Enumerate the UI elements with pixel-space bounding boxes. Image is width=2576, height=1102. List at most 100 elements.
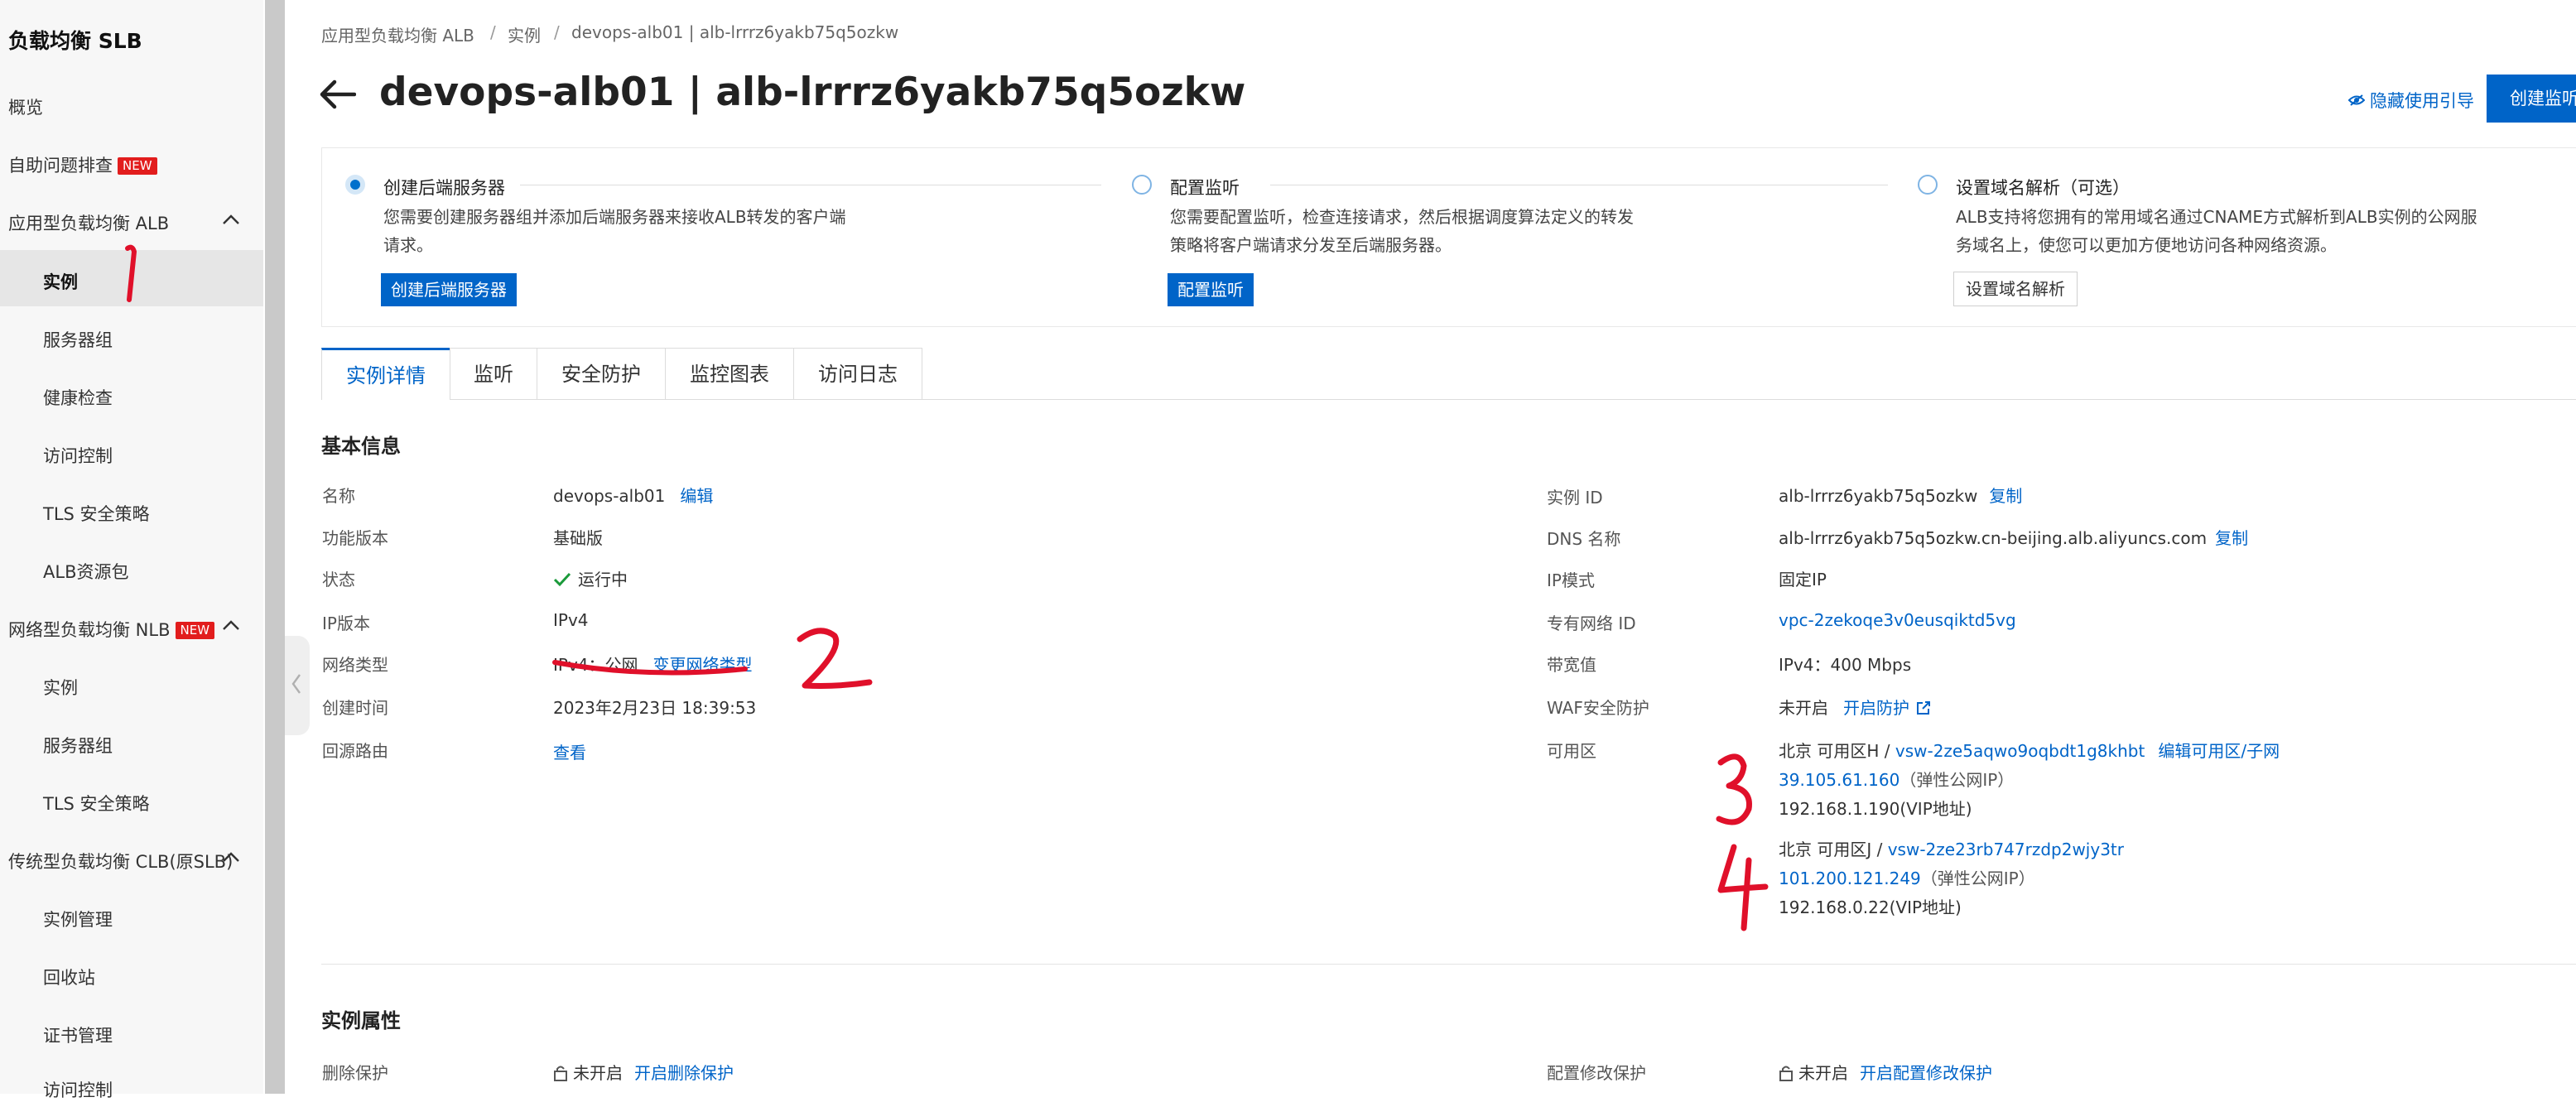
step-2-title: 配置监听 <box>1170 178 1240 198</box>
sidebar-item-alb-health-check[interactable]: 健康检查 <box>43 385 113 410</box>
sidebar-item-clb-access-control[interactable]: 访问控制 <box>43 1077 113 1102</box>
sidebar-item-alb-resource-pack[interactable]: ALB资源包 <box>43 559 128 584</box>
network-type-label: 网络类型 <box>322 655 388 675</box>
create-backend-server-button[interactable]: 创建后端服务器 <box>381 273 517 306</box>
dns-text: alb-lrrrz6yakb75q5ozkw.cn-beijing.alb.al… <box>1779 528 2208 548</box>
external-link-icon <box>1917 701 1930 715</box>
back-arrow-icon[interactable] <box>320 79 356 109</box>
create-listener-button[interactable]: 创建监听 <box>2487 75 2576 123</box>
zone-2-vswitch-link[interactable]: vsw-2ze23rb747rzdp2wjy3tr <box>1888 840 2124 859</box>
set-dns-resolution-button[interactable]: 设置域名解析 <box>1953 272 2078 306</box>
lock-icon <box>1779 1066 1793 1081</box>
configure-listener-button[interactable]: 配置监听 <box>1168 273 1254 306</box>
sidebar-item-alb-tls-policy[interactable]: TLS 安全策略 <box>43 501 150 526</box>
delete-protect-status: 未开启 <box>573 1063 623 1083</box>
eye-hidden-icon <box>2347 94 2366 106</box>
created-value: 2023年2月23日 18:39:53 <box>553 698 757 718</box>
tab-monitoring[interactable]: 监控图表 <box>665 348 794 399</box>
enable-waf-link[interactable]: 开启防护 <box>1843 698 1931 718</box>
tab-listeners[interactable]: 监听 <box>450 348 537 399</box>
edition-label: 功能版本 <box>322 528 388 548</box>
attributes-title: 实例属性 <box>321 1009 401 1032</box>
sidebar-item-nlb-tls-policy[interactable]: TLS 安全策略 <box>43 791 150 816</box>
breadcrumb-item-instances[interactable]: 实例 <box>508 22 541 46</box>
zone-2-name: 北京 可用区J / <box>1779 840 1883 859</box>
view-route-link[interactable]: 查看 <box>553 739 586 763</box>
step-1-desc: 您需要创建服务器组并添加后端服务器来接收ALB转发的客户端请求。 <box>383 207 846 255</box>
bandwidth-value: IPv4：400 Mbps <box>1779 655 1912 675</box>
sidebar-item-clb-certificates[interactable]: 证书管理 <box>43 1023 113 1047</box>
zone-2-vip: 192.168.0.22(VIP地址) <box>1779 897 1962 917</box>
zone-1-eip-link[interactable]: 39.105.61.160 <box>1779 770 1899 790</box>
edition-value: 基础版 <box>553 528 603 548</box>
config-protect-value: 未开启 开启配置修改保护 <box>1779 1060 1992 1084</box>
sidebar-collapse-handle[interactable] <box>285 636 310 735</box>
status-text: 运行中 <box>578 570 628 589</box>
basic-info-title: 基本信息 <box>321 435 401 458</box>
new-badge: NEW <box>175 622 215 639</box>
enable-delete-protect-link[interactable]: 开启删除保护 <box>634 1063 734 1083</box>
zone-2-line: 北京 可用区J / vsw-2ze23rb747rzdp2wjy3tr <box>1779 836 2124 860</box>
chevron-up-icon[interactable] <box>222 214 240 225</box>
zone-1-vip: 192.168.1.190(VIP地址) <box>1779 799 1972 819</box>
sidebar-item-nlb-instances[interactable]: 实例 <box>43 675 78 700</box>
copy-instance-id-link[interactable]: 复制 <box>1989 486 2022 506</box>
tab-instance-details[interactable]: 实例详情 <box>321 348 450 400</box>
sidebar-item-nlb-server-groups[interactable]: 服务器组 <box>43 733 113 758</box>
chevron-left-icon <box>291 674 301 694</box>
dns-value: alb-lrrrz6yakb75q5ozkw.cn-beijing.alb.al… <box>1779 525 2248 549</box>
sidebar-item-clb-recycle-bin[interactable]: 回收站 <box>43 965 95 989</box>
vpc-label: 专有网络 ID <box>1547 614 1636 633</box>
section-divider <box>321 964 2576 965</box>
sidebar-group-alb[interactable]: 应用型负载均衡 ALB <box>8 210 169 235</box>
hide-guide-link[interactable]: 隐藏使用引导 <box>2347 88 2474 113</box>
sidebar-item-label: 自助问题排查 <box>8 156 113 176</box>
enable-config-protect-link[interactable]: 开启配置修改保护 <box>1860 1063 1992 1083</box>
sidebar-item-label: 网络型负载均衡 NLB <box>8 620 171 640</box>
annotation-3: 3 <box>1716 753 1752 825</box>
zone-1-eip-line: 39.105.61.160（弹性公网IP） <box>1779 767 2014 791</box>
chevron-up-icon[interactable] <box>222 619 240 631</box>
waf-label: WAF安全防护 <box>1547 698 1649 718</box>
dns-label: DNS 名称 <box>1547 529 1621 549</box>
instance-id-label: 实例 ID <box>1547 488 1603 508</box>
copy-dns-link[interactable]: 复制 <box>2215 528 2248 548</box>
ip-version-label: IP版本 <box>322 614 370 633</box>
zone-2-eip-link[interactable]: 101.200.121.249 <box>1779 869 1921 888</box>
ip-mode-value: 固定IP <box>1779 570 1827 589</box>
annotation-1: 1 <box>125 244 137 302</box>
sidebar: 负载均衡 SLB 概览 自助问题排查 NEW 应用型负载均衡 ALB 实例 服务器… <box>0 0 263 1100</box>
breadcrumb-item-current: devops-alb01 | alb-lrrrz6yakb75q5ozkw <box>571 22 899 42</box>
sidebar-group-nlb[interactable]: 网络型负载均衡 NLB NEW <box>8 617 215 642</box>
zone-1-vswitch-link[interactable]: vsw-2ze5aqwo9oqbdt1g8khbt <box>1895 741 2145 761</box>
sidebar-item-alb-server-groups[interactable]: 服务器组 <box>43 327 113 352</box>
edit-name-link[interactable]: 编辑 <box>680 486 713 506</box>
instance-id-text: alb-lrrrz6yakb75q5ozkw <box>1779 486 1978 506</box>
ip-mode-label: IP模式 <box>1547 570 1595 590</box>
sidebar-scrollbar[interactable] <box>265 0 285 1094</box>
edit-zone-subnet-link[interactable]: 编辑可用区/子网 <box>2158 741 2280 761</box>
chevron-up-icon[interactable] <box>222 851 240 863</box>
waf-status: 未开启 <box>1779 698 1828 718</box>
zone-1-name: 北京 可用区H / <box>1779 741 1890 761</box>
new-badge: NEW <box>118 157 157 175</box>
sidebar-item-self-check[interactable]: 自助问题排查 NEW <box>8 152 157 177</box>
check-icon <box>553 572 571 587</box>
sidebar-item-clb-instance-mgmt[interactable]: 实例管理 <box>43 907 113 931</box>
step-2-desc: 您需要配置监听，检查连接请求，然后根据调度算法定义的转发策略将客户端请求分发至后… <box>1170 207 1634 255</box>
sidebar-item-alb-instances[interactable]: 实例 <box>43 269 78 294</box>
breadcrumb-item-alb[interactable]: 应用型负载均衡 ALB <box>321 22 474 46</box>
sidebar-item-alb-access-control[interactable]: 访问控制 <box>43 443 113 468</box>
vpc-link[interactable]: vpc-2zekoqe3v0eusqiktd5vg <box>1779 610 2016 630</box>
tab-access-logs[interactable]: 访问日志 <box>793 348 922 399</box>
created-label: 创建时间 <box>322 698 388 718</box>
annotation-4: 4 <box>1717 844 1769 931</box>
name-text: devops-alb01 <box>553 486 666 506</box>
sidebar-item-overview[interactable]: 概览 <box>8 94 43 119</box>
tab-security[interactable]: 安全防护 <box>537 348 666 399</box>
zone-1-eip-note: （弹性公网IP） <box>1899 770 2015 790</box>
sidebar-group-clb[interactable]: 传统型负载均衡 CLB(原SLB) <box>8 849 233 873</box>
lock-icon <box>554 1066 567 1081</box>
config-protect-status: 未开启 <box>1798 1063 1848 1083</box>
sidebar-title: 负载均衡 SLB <box>8 29 142 53</box>
